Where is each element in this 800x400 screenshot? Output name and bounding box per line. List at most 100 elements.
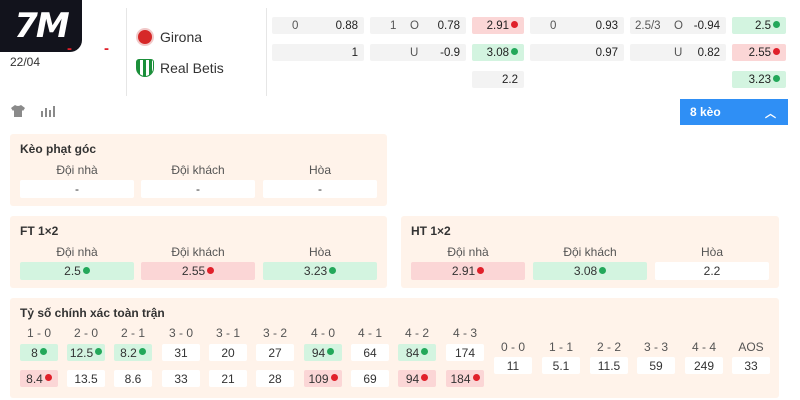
score-odds-cell[interactable]: 8.4 — [20, 370, 58, 387]
bar-chart-icon[interactable] — [40, 104, 56, 118]
correct-score-panel: Tỷ số chính xác toàn trận 1 - 0 2 - 0 2 … — [10, 298, 779, 398]
score-header: AOS — [738, 340, 764, 354]
score-odds-cell[interactable]: 33 — [732, 357, 770, 374]
col-header: Đội nhà — [447, 245, 489, 259]
ft-1x2-panel: FT 1×2 Đội nhà Đội khách Hòa 2.5 2.55 3.… — [10, 216, 387, 288]
arrow-down-icon — [44, 374, 52, 381]
score-header: 4 - 3 — [452, 326, 477, 340]
score-odds-cell[interactable]: 5.1 — [542, 357, 580, 374]
score-odds-cell[interactable]: 109 — [304, 370, 342, 387]
score-odds-cell[interactable]: 84 — [398, 344, 436, 361]
more-odds-label: 8 kèo — [690, 105, 721, 119]
score-odds-cell[interactable]: 184 — [446, 370, 484, 387]
ht-1x2-draw[interactable]: 3.23 — [732, 71, 786, 88]
panel-title: Tỷ số chính xác toàn trận — [20, 306, 165, 320]
ht-1x2-home[interactable]: 2.5 — [732, 17, 786, 34]
corner-odds-panel: Kèo phạt góc Đội nhà Đội khách Hòa - - - — [10, 134, 387, 206]
score-odds-cell[interactable]: 64 — [351, 344, 389, 361]
arrow-up-icon — [773, 74, 780, 82]
score-odds-cell[interactable]: 249 — [685, 357, 723, 374]
score-header: 2 - 2 — [596, 340, 621, 354]
ht-over[interactable]: 2.5/3 O -0.94 — [630, 17, 726, 34]
score-odds-cell[interactable]: 31 — [162, 344, 200, 361]
odds-value: 8.2 — [120, 345, 137, 360]
score-odds-cell[interactable]: 94 — [398, 370, 436, 387]
score-odds-cell[interactable]: 8.2 — [114, 344, 152, 361]
odds-value: 84 — [405, 345, 420, 360]
odds-value: 0.93 — [595, 19, 618, 32]
score-odds-cell[interactable]: 33 — [162, 370, 200, 387]
ft-1x2-draw[interactable]: 2.2 — [472, 71, 524, 88]
odds-value: 3.08 — [573, 264, 598, 278]
ht-1x2-away[interactable]: 2.55 — [732, 44, 786, 61]
odds-cell[interactable]: - — [263, 180, 377, 198]
odds-cell[interactable]: 3.23 — [263, 262, 377, 280]
score-odds-cell[interactable]: 27 — [256, 344, 294, 361]
panel-title: HT 1×2 — [411, 224, 451, 238]
score-odds-cell[interactable]: 28 — [256, 370, 294, 387]
ht-handicap-home[interactable]: 0 0.93 — [530, 17, 624, 34]
away-score: - — [104, 40, 109, 57]
score-odds-cell[interactable]: 13.5 — [67, 370, 105, 387]
score-header: 2 - 1 — [120, 326, 145, 340]
score-odds-cell[interactable]: 8.6 — [114, 370, 152, 387]
under-label: U — [410, 46, 419, 59]
score-odds-cell[interactable]: 94 — [304, 344, 342, 361]
odds-cell[interactable]: - — [20, 180, 134, 198]
score-header: 1 - 1 — [548, 340, 573, 354]
panel-title: FT 1×2 — [20, 224, 59, 238]
score-odds-cell[interactable]: 69 — [351, 370, 389, 387]
ft-handicap-away[interactable]: 1 — [272, 44, 364, 61]
score-odds-cell[interactable]: 59 — [637, 357, 675, 374]
over-label: O — [674, 19, 683, 32]
home-team[interactable]: Girona — [136, 28, 202, 46]
score-odds-cell[interactable]: 12.5 — [67, 344, 105, 361]
over-label: O — [410, 19, 419, 32]
score-header: 3 - 0 — [168, 326, 193, 340]
ft-handicap-home[interactable]: 0 0.88 — [272, 17, 364, 34]
ht-1x2-panel: HT 1×2 Đội nhà Đội khách Hòa 2.91 3.08 2… — [401, 216, 779, 288]
ft-1x2-home[interactable]: 2.91 — [472, 17, 524, 34]
arrow-up-icon — [329, 266, 337, 274]
odds-value: -0.94 — [693, 19, 720, 32]
arrow-up-icon — [327, 348, 335, 355]
score-odds-cell[interactable]: 8 — [20, 344, 58, 361]
odds-cell[interactable]: 2.5 — [20, 262, 134, 280]
ft-under[interactable]: U -0.9 — [370, 44, 466, 61]
score-odds-cell[interactable]: 174 — [446, 344, 484, 361]
score-odds-cell[interactable]: 11 — [494, 357, 532, 374]
odds-cell[interactable]: 2.55 — [141, 262, 255, 280]
score-header: 1 - 0 — [26, 326, 51, 340]
score-odds-cell[interactable]: 11.5 — [590, 357, 628, 374]
score-header: 4 - 4 — [691, 340, 716, 354]
shirt-icon[interactable] — [10, 104, 26, 118]
handicap-line: 0 — [292, 19, 299, 32]
more-odds-button[interactable]: 8 kèo ︿ — [680, 99, 788, 125]
odds-cell[interactable]: 2.2 — [655, 262, 769, 280]
away-team[interactable]: Real Betis — [136, 59, 224, 77]
odds-value: 0.88 — [335, 19, 358, 32]
odds-cell[interactable]: - — [141, 180, 255, 198]
score-odds-cell[interactable]: 20 — [209, 344, 247, 361]
odds-value: 94 — [405, 371, 420, 386]
match-date: 22/04 — [10, 55, 41, 69]
arrow-down-icon — [207, 266, 215, 274]
odds-value: 0.97 — [595, 46, 618, 59]
panel-title: Kèo phạt góc — [20, 142, 97, 156]
odds-cell[interactable]: 3.08 — [533, 262, 647, 280]
odds-cell[interactable]: 2.91 — [411, 262, 525, 280]
under-label: U — [674, 46, 683, 59]
ft-1x2-away[interactable]: 3.08 — [472, 44, 524, 61]
odds-value: 2.5 — [64, 264, 81, 278]
ht-handicap-away[interactable]: 0.97 — [530, 44, 624, 61]
score-odds-cell[interactable]: 21 — [209, 370, 247, 387]
score-header: 4 - 0 — [310, 326, 335, 340]
ht-under[interactable]: U 0.82 — [630, 44, 726, 61]
col-header: Đội khách — [171, 245, 225, 259]
ft-over[interactable]: 1 O 0.78 — [370, 17, 466, 34]
home-score: - — [67, 40, 72, 57]
col-header: Đội khách — [171, 163, 225, 177]
odds-value: 3.23 — [748, 73, 771, 86]
girona-crest-icon — [136, 28, 154, 46]
col-header: Hòa — [700, 245, 723, 259]
